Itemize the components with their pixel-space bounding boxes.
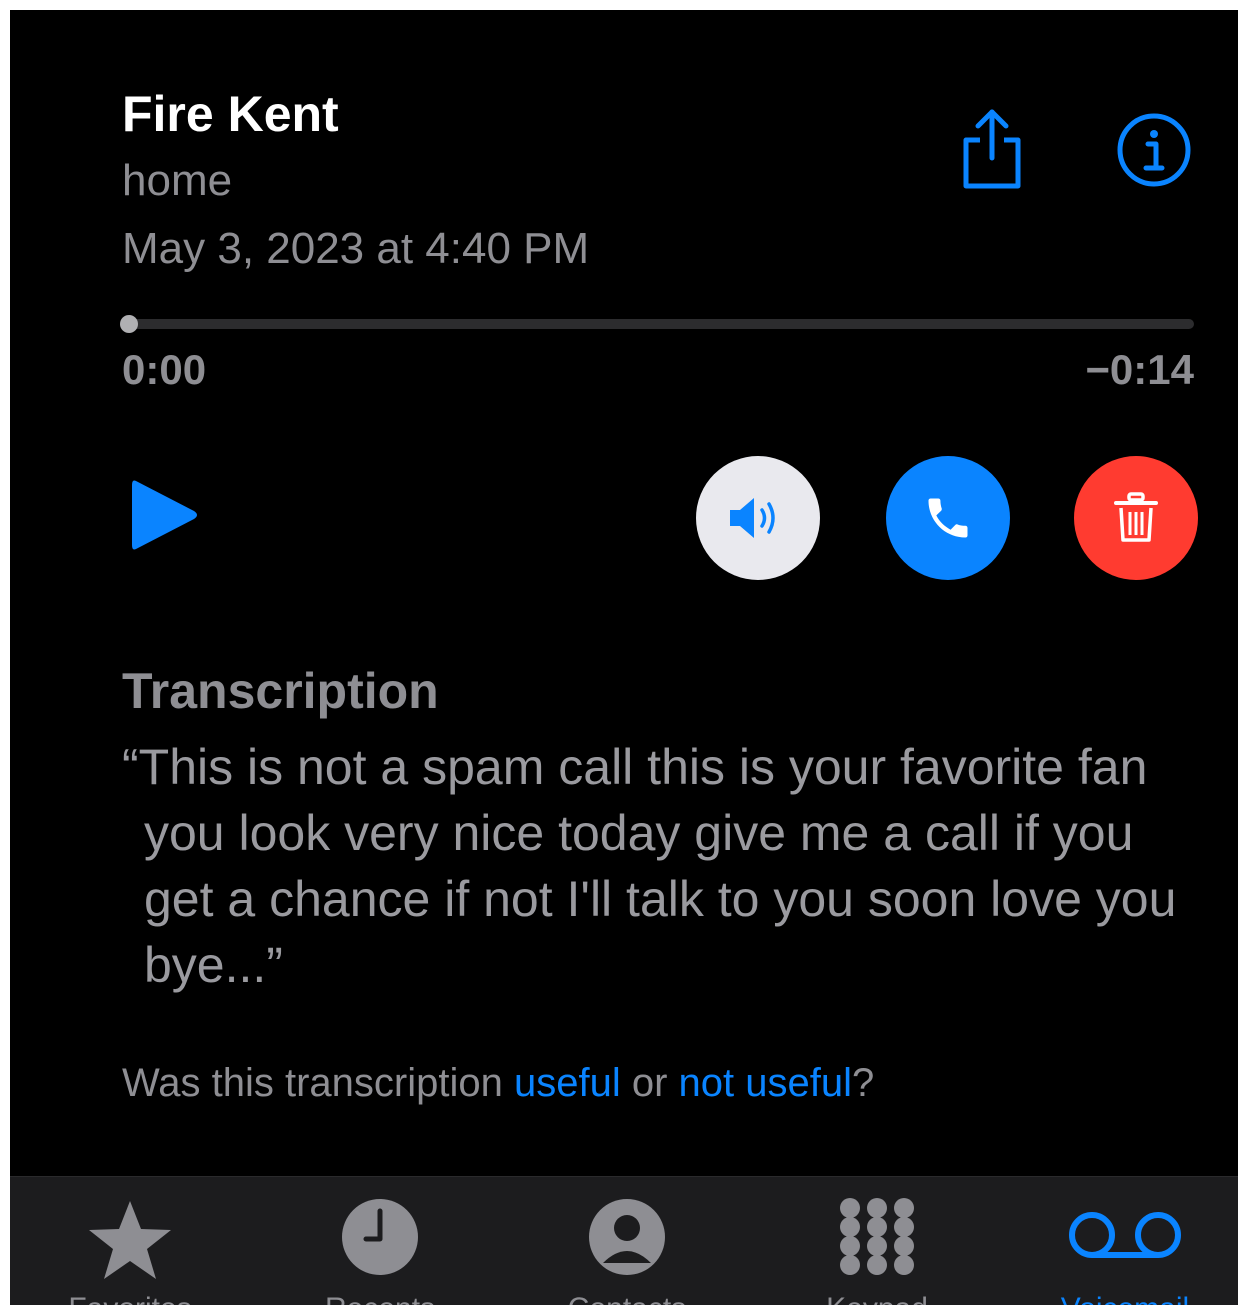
keypad-icon — [840, 1198, 914, 1275]
not-useful-link[interactable]: not useful — [679, 1061, 852, 1105]
play-button[interactable] — [128, 475, 200, 555]
voicemail-header: Fire Kent home May 3, 2023 at 4:40 PM — [122, 84, 589, 280]
clock-icon — [342, 1199, 418, 1275]
scrubber-track — [122, 319, 1194, 329]
star-icon — [89, 1201, 171, 1279]
tab-label: Voicemail — [1025, 1291, 1225, 1305]
phone-icon — [928, 498, 968, 538]
scrubber-knob[interactable] — [120, 315, 138, 333]
speaker-button[interactable] — [696, 456, 820, 580]
playback-scrubber[interactable] — [120, 315, 1194, 333]
tab-recents[interactable]: Recents — [280, 1177, 480, 1305]
speaker-icon — [730, 498, 775, 538]
voicemail-icon — [1069, 1212, 1181, 1258]
feedback-or: or — [620, 1061, 679, 1105]
tab-label: Keypad — [777, 1291, 977, 1305]
feedback-prefix: Was this transcription — [122, 1061, 514, 1105]
person-icon — [589, 1199, 665, 1275]
transcription-text: “This is not a spam call this is your fa… — [122, 739, 1177, 993]
info-button[interactable] — [1116, 112, 1192, 188]
contact-label: home — [122, 156, 233, 205]
contact-name: Fire Kent — [122, 86, 339, 142]
trash-icon — [1114, 492, 1158, 542]
transcription-heading: Transcription — [122, 663, 439, 719]
tab-voicemail[interactable]: Voicemail — [1025, 1177, 1225, 1305]
info-icon — [1117, 113, 1191, 187]
tab-keypad[interactable]: Keypad — [777, 1177, 977, 1305]
tab-bar: Favorites Recents Contacts — [10, 1176, 1238, 1305]
tab-contacts[interactable]: Contacts — [527, 1177, 727, 1305]
elapsed-time: 0:00 — [122, 346, 207, 393]
transcription-section: Transcription “This is not a spam call t… — [122, 660, 1202, 998]
share-button[interactable] — [956, 106, 1028, 190]
useful-link[interactable]: useful — [514, 1061, 621, 1105]
remaining-time: −0:14 — [1085, 346, 1194, 393]
feedback-suffix: ? — [852, 1061, 875, 1105]
play-icon — [132, 480, 197, 550]
tab-label: Favorites — [30, 1291, 230, 1305]
voicemail-detail-screen: Fire Kent home May 3, 2023 at 4:40 PM 0:… — [10, 10, 1238, 1305]
tab-favorites[interactable]: Favorites — [30, 1177, 230, 1305]
share-icon — [963, 109, 1021, 189]
voicemail-timestamp: May 3, 2023 at 4:40 PM — [122, 224, 590, 273]
call-back-button[interactable] — [886, 456, 1010, 580]
delete-button[interactable] — [1074, 456, 1198, 580]
tab-label: Recents — [280, 1291, 480, 1305]
tab-label: Contacts — [527, 1291, 727, 1305]
transcription-feedback: Was this transcription useful or not use… — [122, 1058, 874, 1108]
